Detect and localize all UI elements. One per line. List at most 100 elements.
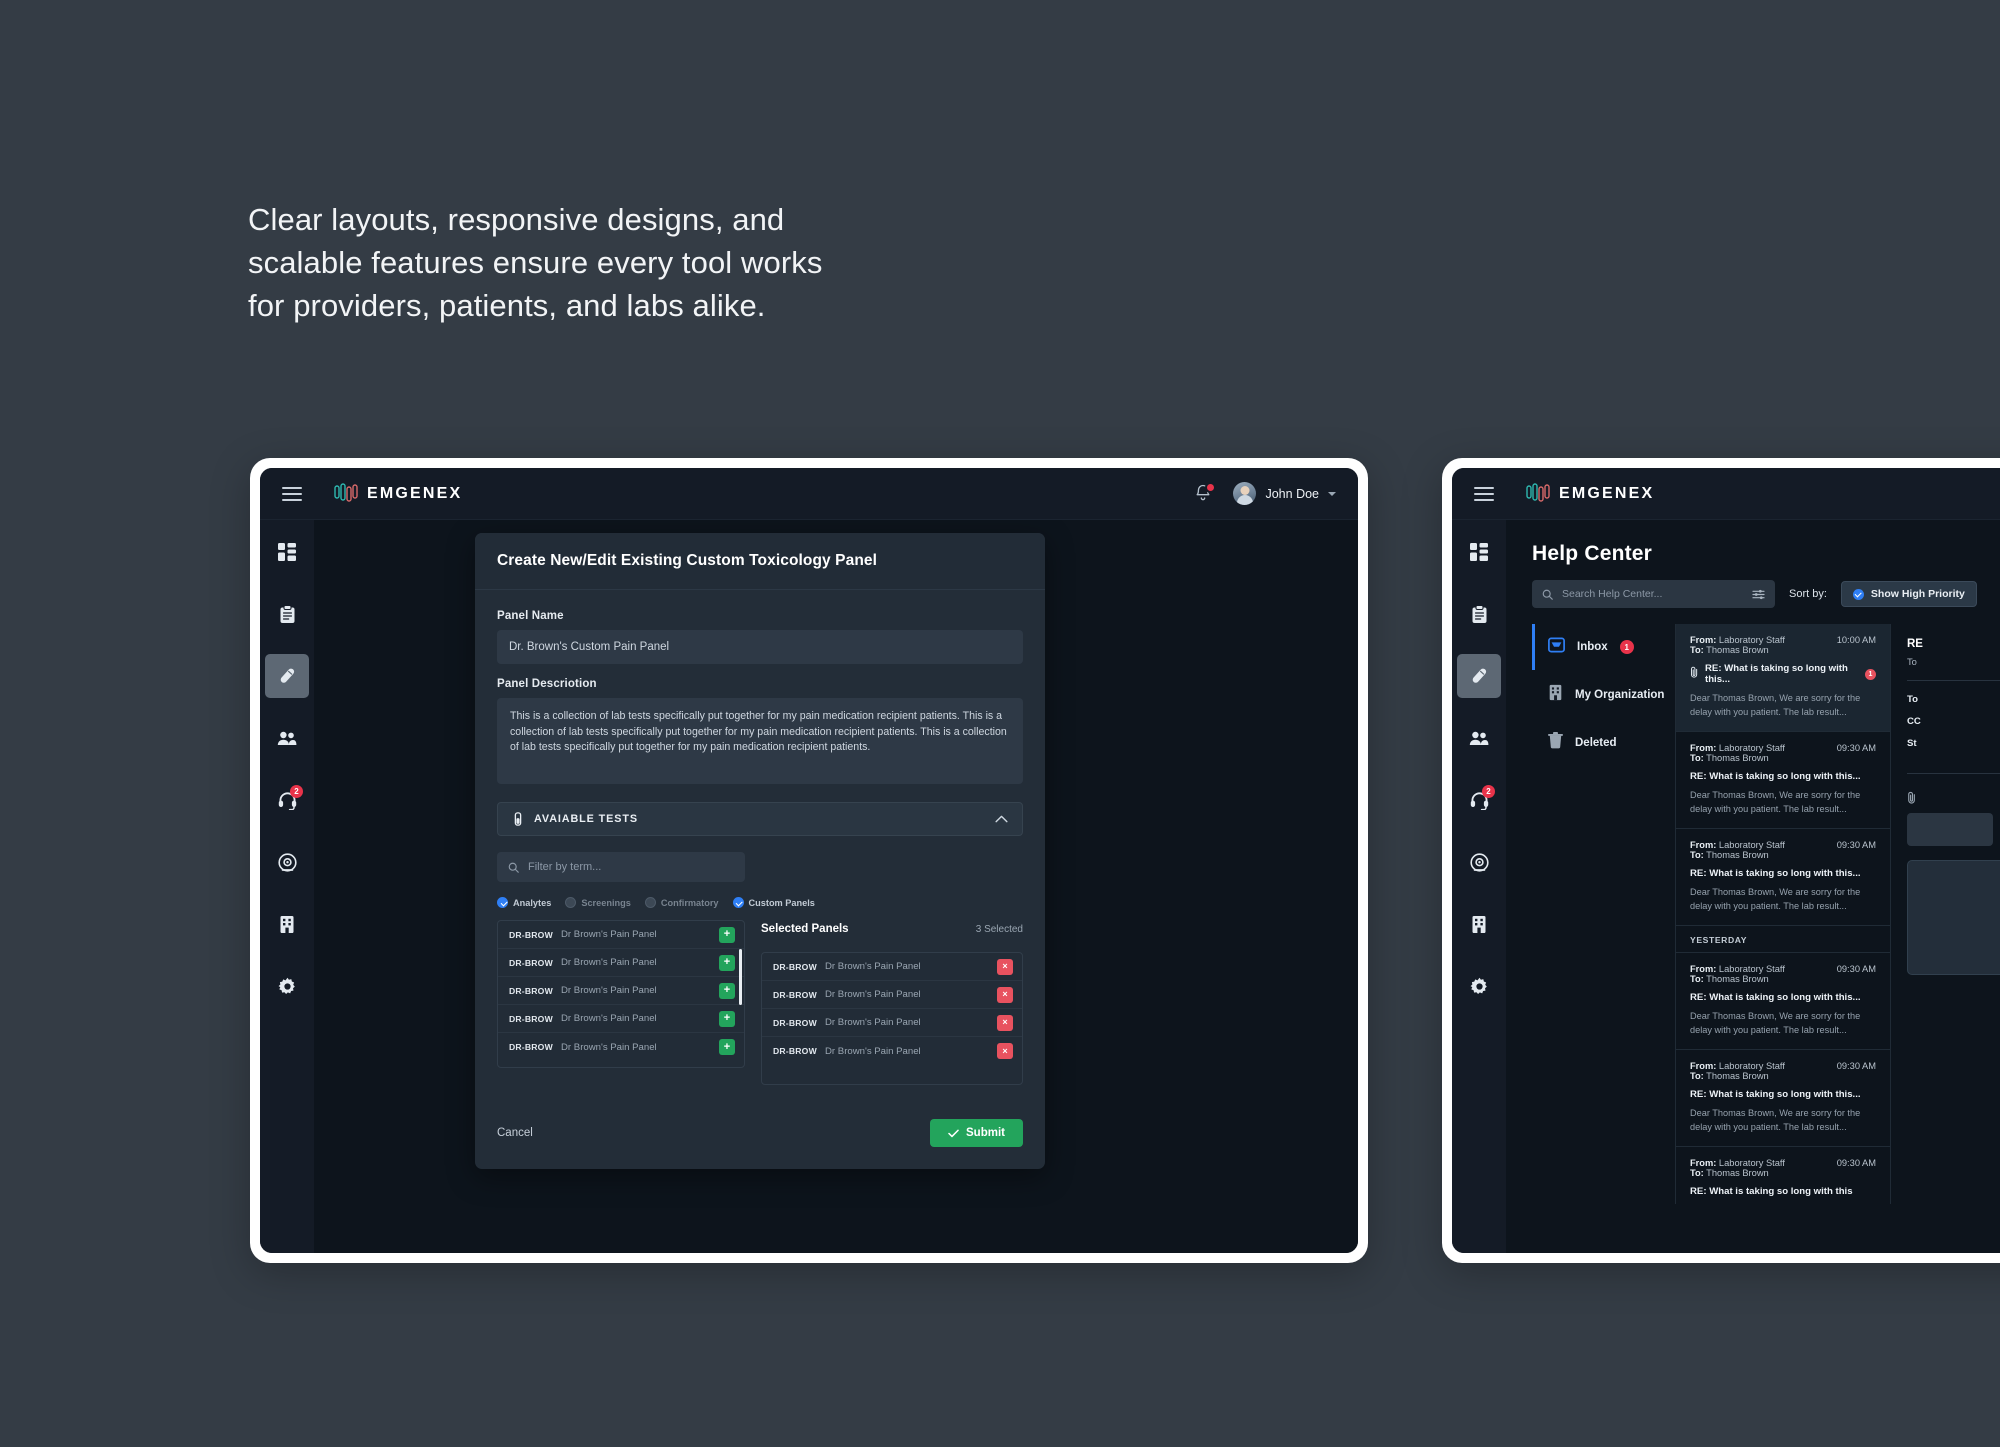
sidebar-item-organization[interactable] bbox=[265, 902, 309, 946]
sidebar-item-settings[interactable] bbox=[265, 964, 309, 1008]
notifications-button[interactable] bbox=[1193, 481, 1217, 505]
remove-panel-button[interactable]: × bbox=[997, 986, 1013, 1003]
list-item[interactable]: From: Laboratory Staff 09:30 AM To: Thomas… bbox=[1676, 1050, 1890, 1147]
add-panel-button[interactable]: + bbox=[719, 1039, 735, 1055]
sidebar-item-organization[interactable] bbox=[1457, 902, 1501, 946]
sidebar-item-lab-tests[interactable] bbox=[265, 654, 309, 698]
list-item[interactable]: From: Laboratory Staff 09:30 AM To: Thomas… bbox=[1676, 732, 1890, 829]
row-code: DR-BROW bbox=[509, 1042, 553, 1052]
row-code: DR-BROW bbox=[509, 985, 553, 996]
sort-high-priority-chip[interactable]: Show High Priority bbox=[1840, 581, 1977, 607]
table-row[interactable]: DR-BROW Dr Brown's Pain Panel + bbox=[498, 977, 744, 1005]
checkbox-indicator bbox=[732, 897, 744, 908]
right-sidebar: 2 bbox=[1452, 520, 1506, 1253]
table-row[interactable]: DR-BROW Dr Brown's Pain Panel + bbox=[498, 921, 744, 949]
app-body-left: 2 Create New/Edit Existing Custom Toxico… bbox=[260, 520, 1358, 1253]
divider bbox=[1907, 772, 2000, 774]
sidebar-item-laboratory[interactable] bbox=[1457, 840, 1501, 884]
add-panel-button[interactable]: + bbox=[719, 954, 735, 971]
sidebar-item-orders[interactable] bbox=[265, 592, 309, 636]
top-navigation-bar: EMGENEX John Doe bbox=[260, 468, 1358, 520]
table-row[interactable]: DR-BROW Dr Brown's Pain Panel × bbox=[762, 1009, 1022, 1037]
table-row[interactable]: DR-BROW Dr Brown's Pain Panel + bbox=[498, 1005, 744, 1033]
microscope-icon bbox=[277, 852, 297, 872]
sidebar-item-dashboard[interactable] bbox=[265, 530, 309, 574]
mail-subject: RE: What is taking so long with this... bbox=[1690, 771, 1861, 782]
sidebar-item-orders[interactable] bbox=[1457, 592, 1501, 636]
search-help-center-input[interactable]: Search Help Center... bbox=[1532, 580, 1775, 608]
table-row[interactable]: DR-BROW Dr Brown's Pain Panel × bbox=[762, 1037, 1022, 1065]
hamburger-icon[interactable] bbox=[282, 486, 302, 501]
mail-from: From: Laboratory Staff bbox=[1690, 964, 1785, 974]
mail-time: 09:30 AM bbox=[1836, 743, 1876, 753]
gear-icon bbox=[1470, 977, 1489, 996]
mail-from-line: From: Laboratory Staff 10:00 AM bbox=[1690, 635, 1876, 645]
sidebar-item-patients[interactable] bbox=[1457, 716, 1501, 760]
chevron-up-icon[interactable] bbox=[995, 815, 1008, 823]
gear-icon bbox=[278, 977, 297, 996]
brand-logo: EMGENEX bbox=[334, 482, 462, 505]
add-panel-button[interactable]: + bbox=[719, 982, 735, 999]
table-row[interactable]: DR-BROW Dr Brown's Pain Panel + bbox=[498, 949, 744, 977]
available-tests-accordion[interactable]: AVAIABLE TESTS bbox=[497, 802, 1023, 836]
device-frame-left: EMGENEX John Doe 2 Create New/Edit Exist… bbox=[250, 458, 1368, 1263]
dashboard-grid-icon bbox=[278, 543, 296, 561]
add-panel-button[interactable]: + bbox=[719, 926, 735, 943]
sliders-icon[interactable] bbox=[1752, 589, 1765, 600]
table-row[interactable]: DR-BROW Dr Brown's Pain Panel × bbox=[762, 953, 1022, 981]
panel-name-input[interactable]: Dr. Brown's Custom Pain Panel bbox=[497, 630, 1023, 664]
add-panel-button[interactable]: + bbox=[719, 1010, 735, 1027]
test-tube-icon bbox=[514, 812, 522, 826]
page-headline: Clear layouts, responsive designs, and s… bbox=[248, 202, 823, 323]
mail-to: To: Thomas Brown bbox=[1690, 1071, 1769, 1081]
mail-subject: RE: What is taking so long with this... bbox=[1690, 868, 1861, 879]
sidebar-item-settings[interactable] bbox=[1457, 964, 1501, 1008]
row-code: DR-BROW bbox=[773, 1017, 817, 1028]
help-center-columns: Inbox 1 My Organization Deleted From: Labor… bbox=[1532, 624, 2000, 1204]
emgenex-mark-icon bbox=[1526, 482, 1550, 502]
checkbox-confirmatory[interactable]: Confirmatory bbox=[644, 897, 719, 908]
table-row[interactable]: DR-BROW Dr Brown's Pain Panel × bbox=[762, 981, 1022, 1009]
table-row[interactable]: DR-BROW Dr Brown's Pain Panel + bbox=[498, 1033, 744, 1061]
list-item[interactable]: From: Laboratory Staff 09:30 AM To: Thomas… bbox=[1676, 953, 1890, 1050]
panel-description-input[interactable]: This is a collection of lab tests specif… bbox=[497, 698, 1023, 784]
mail-subject-row: RE: What is taking so long with this... bbox=[1690, 992, 1876, 1003]
sidebar-item-support[interactable]: 2 bbox=[1457, 778, 1501, 822]
hamburger-icon[interactable] bbox=[1474, 486, 1494, 501]
checkbox-analytes[interactable]: Analytes bbox=[497, 897, 551, 908]
attachment-thumbnail[interactable] bbox=[1907, 812, 1993, 846]
unread-badge: 1 bbox=[1865, 668, 1876, 680]
submit-button[interactable]: Submit bbox=[930, 1119, 1023, 1147]
checkbox-screenings[interactable]: Screenings bbox=[565, 897, 631, 908]
list-item[interactable]: From: Laboratory Staff 10:00 AM To: Thomas… bbox=[1676, 624, 1890, 732]
list-item[interactable]: From: Laboratory Staff 09:30 AM To: Thomas… bbox=[1676, 829, 1890, 926]
panel-description-label: Panel Descriotion bbox=[497, 678, 597, 690]
remove-panel-button[interactable]: × bbox=[997, 1014, 1013, 1031]
filter-tests-input[interactable]: Filter by term... bbox=[497, 852, 745, 882]
mail-folder-list: Inbox 1 My Organization Deleted bbox=[1532, 624, 1675, 1204]
mail-subject: RE: What is taking so long with this... bbox=[1690, 1089, 1861, 1100]
reply-editor[interactable] bbox=[1907, 859, 2000, 976]
user-menu[interactable]: John Doe bbox=[1233, 482, 1336, 505]
cancel-button[interactable]: Cancel bbox=[497, 1127, 533, 1139]
sidebar-item-lab-tests[interactable] bbox=[1457, 654, 1501, 698]
checkbox-custom-panels[interactable]: Custom Panels bbox=[732, 897, 815, 908]
reader-cc-field: CC bbox=[1907, 715, 1921, 727]
sidebar-item-support[interactable]: 2 bbox=[265, 778, 309, 822]
remove-panel-button[interactable]: × bbox=[997, 958, 1013, 975]
sort-chip-label: Show High Priority bbox=[1870, 588, 1965, 600]
mail-folder-label: Deleted bbox=[1575, 737, 1617, 749]
remove-panel-button[interactable]: × bbox=[997, 1043, 1013, 1059]
list-scrollbar[interactable] bbox=[739, 949, 742, 1005]
row-name: Dr Brown's Pain Panel bbox=[825, 961, 921, 972]
left-sidebar: 2 bbox=[260, 520, 314, 1253]
row-name: Dr Brown's Pain Panel bbox=[825, 1017, 921, 1028]
mail-folder-deleted[interactable]: Deleted bbox=[1532, 724, 1675, 762]
mail-folder-my-organization[interactable]: My Organization bbox=[1532, 676, 1675, 714]
selected-panels-count: 3 Selected bbox=[975, 924, 1023, 935]
list-item[interactable]: From: Laboratory Staff 09:30 AM To: Thomas… bbox=[1676, 1147, 1890, 1204]
sidebar-item-laboratory[interactable] bbox=[265, 840, 309, 884]
mail-folder-inbox[interactable]: Inbox 1 bbox=[1532, 624, 1675, 670]
sidebar-item-patients[interactable] bbox=[265, 716, 309, 760]
sidebar-item-dashboard[interactable] bbox=[1457, 530, 1501, 574]
